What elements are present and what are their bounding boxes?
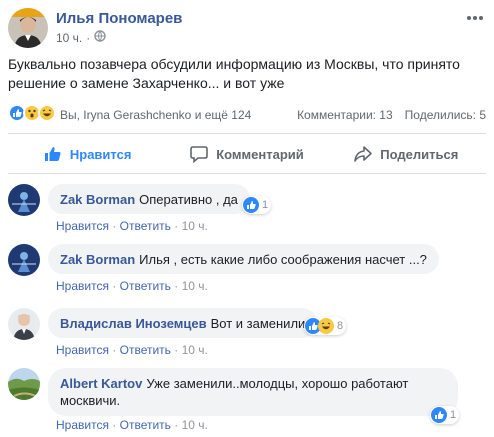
- comment-reply-link[interactable]: Ответить: [120, 418, 171, 432]
- reactions-summary: Вы, Iryna Gerashchenko и ещё 124 Коммент…: [8, 104, 486, 124]
- comment-like-link[interactable]: Нравится: [56, 279, 109, 293]
- like-reaction-icon: [431, 407, 447, 423]
- comment-reactions[interactable]: 1: [430, 406, 460, 424]
- comment-author[interactable]: Zak Borman: [60, 252, 135, 267]
- comment-text: Вот и заменили: [210, 316, 306, 331]
- author-avatar[interactable]: [8, 8, 48, 48]
- comment-time[interactable]: 10 ч.: [182, 418, 208, 432]
- share-button-label: Поделиться: [380, 146, 459, 162]
- comment-time[interactable]: 10 ч.: [182, 343, 208, 357]
- engagement-counts: Комментарии: 13 Поделились: 5: [297, 108, 486, 122]
- thumbs-up-icon: [44, 145, 62, 163]
- comment-actions: Нравится · Ответить · 10 ч.: [56, 418, 208, 432]
- comment-time[interactable]: 10 ч.: [182, 219, 208, 233]
- divider: [8, 173, 486, 174]
- like-button-label: Нравится: [69, 146, 132, 162]
- divider: [8, 133, 486, 134]
- comment-time[interactable]: 10 ч.: [182, 279, 208, 293]
- post-header: Илья Пономарев 10 ч. ·: [8, 8, 486, 48]
- comment-text: Илья , есть какие либо соображения насче…: [139, 252, 427, 267]
- globe-icon: [94, 30, 106, 45]
- comment-bubble: Albert Kartov Уже заменили..молодцы, хоро…: [48, 368, 458, 416]
- reaction-count: 1: [262, 199, 269, 211]
- comment-bubble: Владислав Иноземцев Вот и заменили: [48, 308, 318, 338]
- more-options-button[interactable]: [466, 10, 484, 26]
- comment-author[interactable]: Владислав Иноземцев: [60, 316, 207, 331]
- comment-button-label: Комментарий: [216, 146, 304, 162]
- post-text: Буквально позавчера обсудили информацию …: [8, 56, 460, 91]
- commenter-avatar[interactable]: [8, 308, 40, 340]
- comment-actions: Нравится · Ответить · 10 ч.: [56, 343, 208, 357]
- comment-item: Albert Kartov Уже заменили..молодцы, хоро…: [8, 368, 486, 432]
- share-button[interactable]: Поделиться: [327, 137, 486, 171]
- comment-like-link[interactable]: Нравится: [56, 219, 109, 233]
- reactors-text[interactable]: Вы, Iryna Gerashchenko и ещё 124: [60, 108, 251, 122]
- comment-author[interactable]: Zak Borman: [60, 192, 135, 207]
- share-icon: [354, 145, 373, 163]
- post-action-bar: Нравится Комментарий Поделиться: [8, 137, 486, 171]
- comment-reactions[interactable]: 8: [304, 317, 347, 335]
- comment-reply-link[interactable]: Ответить: [120, 343, 171, 357]
- comment-actions: Нравится · Ответить · 10 ч.: [56, 279, 208, 293]
- post-meta: 10 ч. ·: [56, 30, 106, 45]
- like-reaction-icon: [243, 197, 259, 213]
- comment-item: Zak Borman Илья , есть какие либо соображ…: [8, 244, 486, 294]
- comment-bubble: Zak Borman Оперативно , да: [48, 184, 250, 214]
- post-author-name[interactable]: Илья Пономарев: [56, 10, 182, 27]
- commenter-avatar[interactable]: [8, 244, 40, 276]
- like-button[interactable]: Нравится: [8, 137, 167, 171]
- comment-reply-link[interactable]: Ответить: [120, 279, 171, 293]
- comment-item: Владислав Иноземцев Вот и заменили 8 Нрав…: [8, 308, 486, 358]
- comment-reply-link[interactable]: Ответить: [120, 219, 171, 233]
- comment-item: Zak Borman Оперативно , да 1 Нравится · О…: [8, 184, 486, 234]
- comment-author[interactable]: Albert Kartov: [60, 376, 142, 391]
- shares-count[interactable]: Поделились: 5: [405, 108, 486, 122]
- comments-count[interactable]: Комментарии: 13: [297, 108, 393, 122]
- commenter-avatar[interactable]: [8, 368, 40, 400]
- haha-reaction-icon: [38, 104, 56, 122]
- comment-icon: [190, 145, 209, 163]
- comment-button[interactable]: Комментарий: [167, 137, 326, 171]
- meta-separator: ·: [86, 30, 91, 45]
- comment-like-link[interactable]: Нравится: [56, 343, 109, 357]
- post-time[interactable]: 10 ч.: [56, 31, 82, 45]
- comment-actions: Нравится · Ответить · 10 ч.: [56, 219, 208, 233]
- comment-text: Оперативно , да: [139, 192, 238, 207]
- haha-reaction-icon: [318, 318, 334, 334]
- reaction-count: 8: [337, 320, 344, 332]
- comment-reactions[interactable]: 1: [242, 196, 272, 214]
- reaction-icons[interactable]: [8, 104, 56, 122]
- reaction-count: 1: [450, 409, 457, 421]
- comment-like-link[interactable]: Нравится: [56, 418, 109, 432]
- comment-bubble: Zak Borman Илья , есть какие либо соображ…: [48, 244, 439, 274]
- commenter-avatar[interactable]: [8, 184, 40, 216]
